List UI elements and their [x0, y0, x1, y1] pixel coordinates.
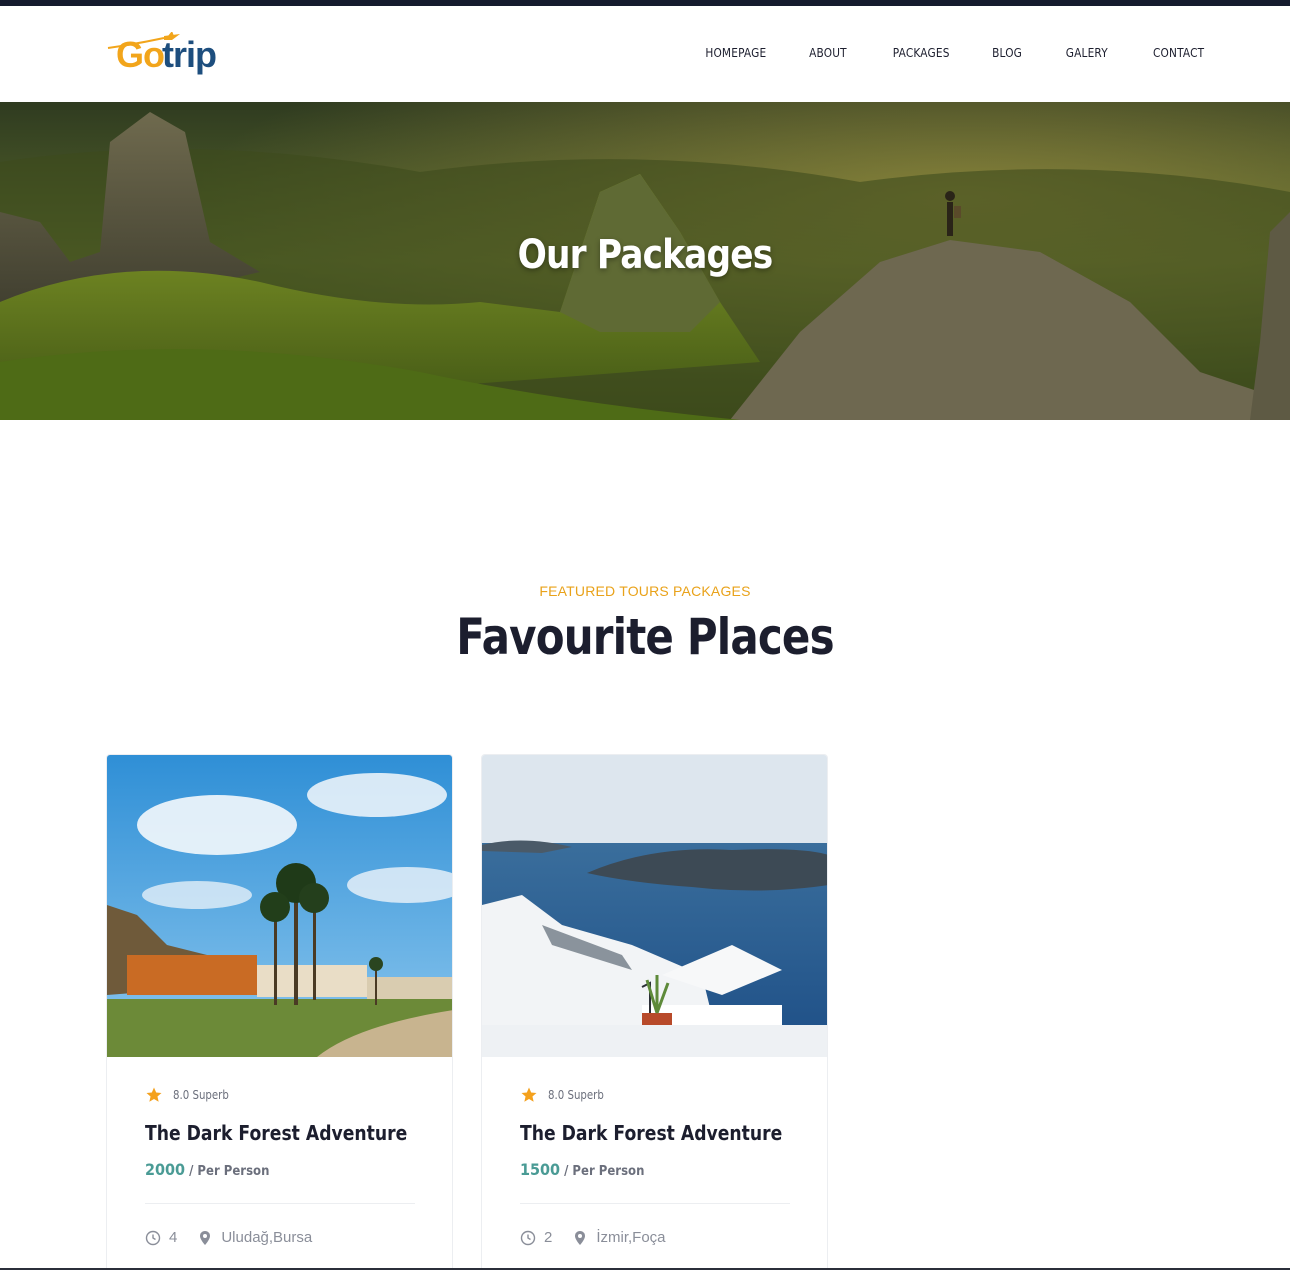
- nav-galery[interactable]: GALERY: [1066, 46, 1108, 60]
- gotrip-logo[interactable]: Go trip: [106, 32, 217, 78]
- rating-text: 8.0 Superb: [173, 1088, 229, 1102]
- rating: 8.0 Superb: [145, 1086, 239, 1104]
- hero-banner: Our Packages: [0, 102, 1290, 420]
- card-meta: 2 İzmir,Foça: [520, 1229, 666, 1246]
- location-pin-icon: [200, 1230, 211, 1245]
- palm-resort-photo[interactable]: [107, 755, 452, 1057]
- package-card[interactable]: 8.0 Superb The Dark Forest Adventure 150…: [481, 754, 828, 1270]
- section-title: Favourite Places: [456, 608, 834, 666]
- rating-text: 8.0 Superb: [548, 1088, 604, 1102]
- location: Uludağ,Bursa: [221, 1229, 313, 1246]
- location: İzmir,Foça: [596, 1229, 666, 1246]
- site-header: Go trip HOMEPAGE ABOUT PACKAGES BLOG GAL…: [0, 6, 1290, 102]
- logo-go: Go: [116, 34, 165, 75]
- clock-icon: [145, 1230, 161, 1245]
- price-unit: / Per Person: [189, 1164, 270, 1179]
- clock-icon: [520, 1230, 536, 1245]
- nav-homepage[interactable]: HOMEPAGE: [705, 46, 766, 60]
- location-pin-icon: [575, 1230, 586, 1245]
- divider: [145, 1203, 415, 1204]
- nav-blog[interactable]: BLOG: [992, 46, 1022, 60]
- section-kicker: FEATURED TOURS PACKAGES: [539, 583, 751, 599]
- card-meta: 4 Uludağ,Bursa: [145, 1229, 312, 1246]
- star-icon: [521, 1087, 537, 1102]
- price: 1500: [520, 1160, 561, 1179]
- hero-title: Our Packages: [517, 232, 774, 278]
- package-card[interactable]: 8.0 Superb The Dark Forest Adventure 200…: [106, 754, 453, 1270]
- card-title[interactable]: The Dark Forest Adventure: [145, 1121, 407, 1145]
- sea-terrace-photo[interactable]: [482, 755, 827, 1057]
- star-icon: [146, 1087, 162, 1102]
- logo-trip: trip: [162, 34, 217, 75]
- duration-days: 4: [169, 1229, 178, 1246]
- price-row: 1500 / Per Person: [520, 1160, 644, 1180]
- card-title[interactable]: The Dark Forest Adventure: [520, 1121, 782, 1145]
- nav-packages[interactable]: PACKAGES: [893, 46, 950, 60]
- nav-contact[interactable]: CONTACT: [1153, 46, 1204, 60]
- duration-days: 2: [544, 1229, 553, 1246]
- price-unit: / Per Person: [564, 1164, 645, 1179]
- nav-about[interactable]: ABOUT: [809, 46, 847, 60]
- divider: [520, 1203, 790, 1204]
- price-row: 2000 / Per Person: [145, 1160, 269, 1180]
- price: 2000: [145, 1160, 186, 1179]
- main-nav: HOMEPAGE ABOUT PACKAGES BLOG GALERY CONT…: [659, 46, 1204, 60]
- rating: 8.0 Superb: [520, 1086, 614, 1104]
